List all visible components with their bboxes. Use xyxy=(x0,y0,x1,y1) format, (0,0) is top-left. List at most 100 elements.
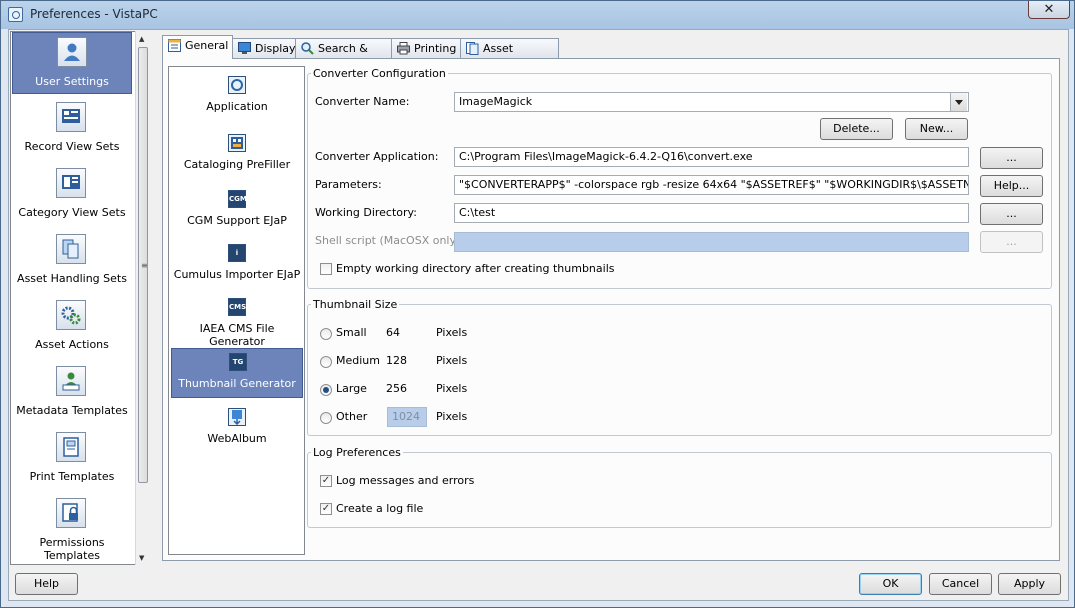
empty-directory-label[interactable]: Empty working directory after creating t… xyxy=(336,262,615,275)
browse-shell-script-button: ... xyxy=(980,231,1043,253)
converter-name-label: Converter Name: xyxy=(315,95,410,108)
plugin-item-thumbnail-generator[interactable]: TG Thumbnail Generator xyxy=(171,348,303,398)
delete-converter-button[interactable]: Delete... xyxy=(820,118,893,140)
tab-printing[interactable]: Printing xyxy=(391,38,461,59)
tab-label: General xyxy=(185,39,229,52)
sidebar-item-print-templates[interactable]: Print Templates xyxy=(12,428,132,490)
help-button[interactable]: Help xyxy=(15,573,78,595)
size-other-label[interactable]: Other xyxy=(336,410,367,423)
size-small-value: 64 xyxy=(386,326,400,339)
apply-button[interactable]: Apply xyxy=(998,573,1061,595)
working-directory-field[interactable]: C:\test xyxy=(454,203,969,223)
browse-application-button[interactable]: ... xyxy=(980,147,1043,169)
browse-directory-button[interactable]: ... xyxy=(980,203,1043,225)
user-icon xyxy=(57,37,87,67)
tab-general[interactable]: General xyxy=(162,35,233,59)
sidebar-item-label: User Settings xyxy=(35,75,109,88)
converter-name-select[interactable]: ImageMagick xyxy=(454,92,969,112)
sidebar-item-label: Asset Handling Sets xyxy=(17,272,127,285)
sidebar-item-label: Asset Actions xyxy=(35,338,109,351)
size-other-radio[interactable] xyxy=(320,412,332,424)
sidebar-scrollbar[interactable]: ▲ ≡ ▼ xyxy=(135,31,150,565)
sidebar-item-user-settings[interactable]: User Settings xyxy=(12,32,132,94)
size-large-radio[interactable] xyxy=(320,384,332,396)
asset-icon xyxy=(466,42,479,55)
lock-icon xyxy=(56,498,86,528)
tab-label: Printing xyxy=(414,42,457,55)
log-file-label[interactable]: Create a log file xyxy=(336,502,423,515)
group-title: Log Preferences xyxy=(313,446,401,459)
webalbum-icon xyxy=(228,408,246,426)
plugin-label: Application xyxy=(206,100,268,113)
size-medium-radio[interactable] xyxy=(320,356,332,368)
sidebar-item-label: Record View Sets xyxy=(24,140,120,153)
plugin-label: Cataloging PreFiller xyxy=(183,158,291,171)
size-small-radio[interactable] xyxy=(320,328,332,340)
size-medium-unit: Pixels xyxy=(436,354,468,367)
parameters-field[interactable]: "$CONVERTERAPP$" -colorspace rgb -resize… xyxy=(454,175,969,195)
cgm-icon: CGM xyxy=(228,190,247,208)
plugin-item-webalbum[interactable]: WebAlbum xyxy=(171,404,303,454)
plugin-item-cgm-support[interactable]: CGM CGM Support EJaP xyxy=(171,186,303,236)
empty-directory-checkbox[interactable] xyxy=(320,263,332,275)
sidebar-item-permissions-templates[interactable]: Permissions Templates xyxy=(12,494,132,562)
log-file-checkbox[interactable]: ✓ xyxy=(320,503,332,515)
record-view-icon xyxy=(56,102,86,132)
printer-icon xyxy=(397,42,410,55)
chevron-down-icon[interactable] xyxy=(950,93,967,111)
log-messages-checkbox[interactable]: ✓ xyxy=(320,475,332,487)
scroll-thumb[interactable]: ≡ xyxy=(138,47,148,483)
sidebar-item-asset-handling-sets[interactable]: Asset Handling Sets xyxy=(12,230,132,292)
plugin-label: IAEA CMS File Generator xyxy=(199,322,275,348)
sidebar-item-asset-actions[interactable]: Asset Actions xyxy=(12,296,132,358)
plugin-item-application[interactable]: Application xyxy=(171,72,303,122)
prefiller-icon xyxy=(228,134,246,152)
size-large-value: 256 xyxy=(386,382,407,395)
asset-handling-icon xyxy=(56,234,86,264)
converter-application-field[interactable]: C:\Program Files\ImageMagick-6.4.2-Q16\c… xyxy=(454,147,969,167)
tab-asset-handling[interactable]: Asset Handling xyxy=(460,38,559,74)
sidebar-item-label: Metadata Templates xyxy=(16,404,128,417)
size-medium-label[interactable]: Medium xyxy=(336,354,380,367)
title-bar[interactable]: Preferences - VistaPC ✕ xyxy=(1,1,1074,28)
sidebar-item-record-view-sets[interactable]: Record View Sets xyxy=(12,98,132,160)
metadata-icon xyxy=(56,366,86,396)
log-messages-label[interactable]: Log messages and errors xyxy=(336,474,474,487)
scroll-up-arrow[interactable]: ▲ xyxy=(139,35,144,43)
working-directory-label: Working Directory: xyxy=(315,206,417,219)
parameters-help-button[interactable]: Help... xyxy=(980,175,1043,197)
size-large-label[interactable]: Large xyxy=(336,382,367,395)
cms-icon: CMS xyxy=(228,298,246,316)
size-small-label[interactable]: Small xyxy=(336,326,367,339)
sidebar-item-category-view-sets[interactable]: Category View Sets xyxy=(12,164,132,226)
gears-icon xyxy=(56,300,86,330)
grip-icon: ≡ xyxy=(141,261,148,270)
new-converter-button[interactable]: New... xyxy=(905,118,968,140)
sidebar-item-metadata-templates[interactable]: Metadata Templates xyxy=(12,362,132,424)
monitor-icon xyxy=(238,42,251,55)
converter-application-label: Converter Application: xyxy=(315,150,439,163)
settings-category-list[interactable]: User Settings Record View Sets Category … xyxy=(10,31,150,565)
application-icon xyxy=(228,76,246,94)
shell-script-field xyxy=(454,232,969,252)
plugin-item-cumulus-importer[interactable]: i Cumulus Importer EJaP xyxy=(171,240,303,290)
scroll-down-arrow[interactable]: ▼ xyxy=(139,554,144,562)
plugin-item-iaea-cms[interactable]: CMS IAEA CMS File Generator xyxy=(171,294,303,348)
size-other-unit: Pixels xyxy=(436,410,468,423)
sidebar-item-label: Category View Sets xyxy=(18,206,126,219)
parameters-label: Parameters: xyxy=(315,178,382,191)
tab-display[interactable]: Display xyxy=(232,38,296,59)
importer-icon: i xyxy=(228,244,246,262)
plugin-list[interactable]: Application Cataloging PreFiller CGM CGM… xyxy=(168,66,305,555)
category-view-icon xyxy=(56,168,86,198)
tab-search-sort[interactable]: Search & Sort xyxy=(295,38,392,74)
ok-button[interactable]: OK xyxy=(859,573,922,595)
size-small-unit: Pixels xyxy=(436,326,468,339)
plugin-label: WebAlbum xyxy=(207,432,267,445)
cancel-button[interactable]: Cancel xyxy=(929,573,992,595)
plugin-item-cataloging-prefiller[interactable]: Cataloging PreFiller xyxy=(171,130,303,180)
size-large-unit: Pixels xyxy=(436,382,468,395)
print-template-icon xyxy=(56,432,86,462)
size-medium-value: 128 xyxy=(386,354,407,367)
close-button[interactable]: ✕ xyxy=(1028,1,1070,19)
